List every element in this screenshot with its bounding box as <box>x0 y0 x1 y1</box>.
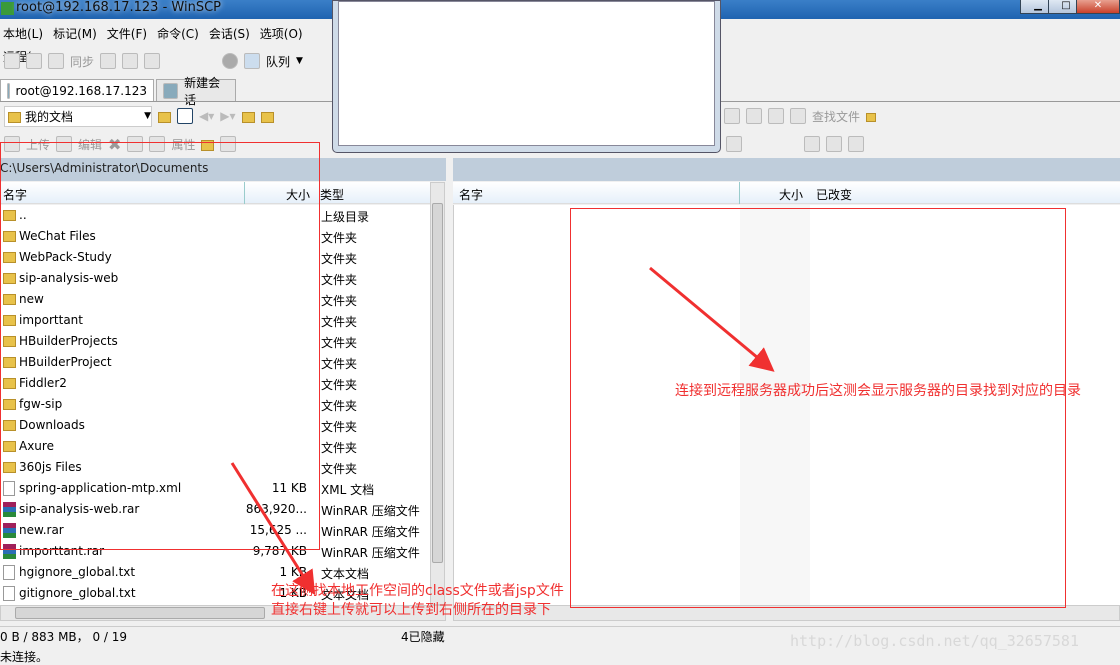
arrow-right <box>649 266 775 372</box>
left-annotation-line2: 直接右键上传就可以上传到右侧所在的目录下 <box>271 602 551 618</box>
left-annotation-line1: 在这侧找本地工作空间的class文件或者jsp文件 <box>271 583 564 599</box>
annotation-arrows <box>230 266 775 596</box>
right-annotation: 连接到远程服务器成功后这测会显示服务器的目录找到对应的目录 <box>675 383 1081 399</box>
arrow-left <box>230 462 316 596</box>
